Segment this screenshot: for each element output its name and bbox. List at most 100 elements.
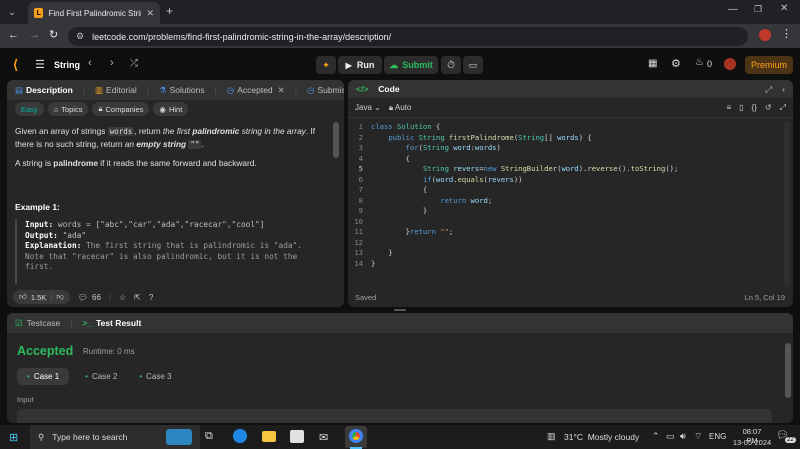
editor-scrollbar[interactable] bbox=[784, 122, 790, 287]
weather-icon[interactable]: ▥ bbox=[547, 431, 556, 442]
tab-testcase[interactable]: ☑ Testcase bbox=[15, 318, 60, 329]
debug-icon[interactable]: ✦ bbox=[316, 56, 336, 74]
streak-fire-icon[interactable]: ♨ bbox=[695, 57, 704, 68]
palindrome-definition: A string is palindrome if it reads the s… bbox=[15, 158, 257, 168]
favorite-star-icon[interactable]: ☆ bbox=[119, 293, 126, 302]
clock-date[interactable]: 13-05-2024 bbox=[732, 438, 772, 447]
search-placeholder: Type here to search bbox=[52, 432, 128, 442]
collapse-icon[interactable]: ‹ bbox=[782, 84, 785, 94]
restore-icon[interactable]: ❐ bbox=[754, 4, 762, 15]
browser-menu-icon[interactable]: ⋮ bbox=[781, 27, 792, 40]
premium-button[interactable]: Premium bbox=[745, 56, 793, 74]
language-indicator[interactable]: ENG bbox=[709, 432, 726, 441]
case-tab[interactable]: • Case 2 bbox=[77, 368, 125, 385]
user-avatar[interactable] bbox=[724, 58, 736, 70]
chrome-icon[interactable] bbox=[349, 429, 363, 443]
tab-editorial[interactable]: ▥ Editorial bbox=[95, 85, 137, 96]
fullscreen-icon[interactable]: ⤢ bbox=[780, 103, 786, 113]
shuffle-icon[interactable]: ⤮ bbox=[130, 58, 138, 69]
lock-icon: 🔒︎ bbox=[98, 104, 103, 113]
share-icon[interactable]: ⇱ bbox=[134, 293, 141, 302]
browser-tab[interactable]: L Find First Palindromic String in t ✕ bbox=[28, 2, 160, 24]
test-result-panel: ☑ Testcase | >_ Test Result Accepted Run… bbox=[7, 313, 793, 423]
address-bar[interactable]: ⚙ leetcode.com/problems/find-first-palin… bbox=[68, 27, 748, 46]
braces-icon[interactable]: {} bbox=[752, 103, 757, 112]
tab-title: Find First Palindromic String in t bbox=[48, 8, 141, 18]
prev-problem-icon[interactable]: ‹ bbox=[88, 57, 92, 69]
code-line: 1 class Solution { bbox=[358, 122, 441, 131]
next-problem-icon[interactable]: › bbox=[110, 57, 114, 69]
task-view-icon[interactable]: ⧉ bbox=[205, 430, 213, 443]
search-icon: ⚲ bbox=[38, 431, 45, 442]
case-tab[interactable]: • Case 3 bbox=[133, 368, 177, 385]
companies-tag[interactable]: 🔒︎ Companies bbox=[92, 102, 150, 116]
result-scrollbar[interactable] bbox=[785, 343, 791, 398]
like-count: 1.5K bbox=[30, 292, 47, 302]
weather-text[interactable]: 31°C Mostly cloudy bbox=[564, 432, 639, 442]
lightbulb-icon: ◉ bbox=[159, 104, 166, 114]
close-window-icon[interactable]: ✕ bbox=[780, 3, 788, 14]
input-box bbox=[17, 409, 772, 423]
problem-list-icon[interactable]: ☰ bbox=[35, 58, 45, 71]
close-tab-icon[interactable]: ✕ bbox=[146, 8, 154, 19]
mail-icon[interactable]: ✉ bbox=[319, 431, 328, 444]
minimize-icon[interactable]: — bbox=[728, 4, 738, 15]
tab-solutions[interactable]: ⚗ Solutions bbox=[159, 85, 205, 96]
back-icon[interactable]: ← bbox=[8, 29, 19, 41]
forward-icon[interactable]: → bbox=[29, 29, 40, 41]
run-button[interactable]: ▶ Run bbox=[338, 56, 382, 74]
tab-test-result[interactable]: >_ Test Result bbox=[82, 318, 141, 328]
volume-icon[interactable]: 🔊︎ bbox=[680, 431, 686, 442]
close-tab-accepted-icon[interactable]: ✕ bbox=[278, 85, 285, 96]
history-icon: ◷ bbox=[226, 84, 235, 95]
resize-handle[interactable] bbox=[394, 309, 406, 311]
hint-label: Hint bbox=[168, 104, 183, 114]
taskbar-search[interactable]: ⚲ Type here to search bbox=[30, 425, 200, 449]
bookmark-icon[interactable]: ▯ bbox=[739, 103, 743, 112]
hint-tag[interactable]: ◉ Hint bbox=[153, 102, 189, 116]
windows-start-icon[interactable]: ⊞ bbox=[9, 431, 18, 444]
submit-button[interactable]: ☁ Submit bbox=[384, 56, 438, 74]
comment-count: 66 bbox=[92, 292, 101, 302]
new-tab-icon[interactable]: + bbox=[166, 4, 173, 18]
layout-icon[interactable]: ▦ bbox=[648, 58, 657, 69]
help-icon[interactable]: ? bbox=[149, 293, 153, 302]
description-scrollbar[interactable] bbox=[333, 122, 339, 158]
comments-button[interactable]: 💬︎ 66 bbox=[78, 293, 101, 302]
topics-tag[interactable]: ⌂ Topics bbox=[47, 102, 89, 116]
tab-search-icon[interactable]: ⌄ bbox=[6, 6, 18, 18]
tab-description[interactable]: ▤ Description bbox=[15, 85, 73, 96]
timer-icon[interactable]: ⏱ bbox=[441, 56, 461, 74]
tray-chevron-icon[interactable]: ⌃ bbox=[652, 431, 660, 442]
problem-list-title[interactable]: String bbox=[54, 60, 80, 70]
profile-avatar[interactable] bbox=[759, 29, 771, 41]
site-info-icon[interactable]: ⚙ bbox=[76, 31, 84, 42]
language-select[interactable]: Java ⌄ bbox=[355, 103, 381, 112]
code-editor[interactable]: 1 class Solution { 2 public String firstP… bbox=[348, 122, 793, 272]
edge-icon[interactable] bbox=[233, 429, 247, 443]
network-icon[interactable]: ⌔ bbox=[694, 431, 702, 442]
leetcode-logo[interactable]: ⟨ bbox=[13, 57, 18, 73]
taskbar: ⊞ ⚲ Type here to search ⧉ ✉ ▥ 31°C Mostl… bbox=[0, 425, 800, 449]
auto-mode[interactable]: 🔒︎ Auto bbox=[389, 103, 412, 113]
settings-icon[interactable]: ⚙ bbox=[671, 57, 681, 70]
reset-icon[interactable]: ↺ bbox=[765, 103, 772, 112]
format-icon[interactable]: ≡ bbox=[726, 103, 731, 112]
store-icon[interactable] bbox=[290, 430, 304, 443]
code-line: 6 if(word.equals(revers)) bbox=[358, 174, 523, 184]
expand-icon[interactable]: ⤢ bbox=[765, 84, 772, 95]
tab-accepted[interactable]: ◷ Accepted ✕ bbox=[227, 85, 285, 96]
description-tabbar: ▤ Description | ▥ Editorial | ⚗ Solution… bbox=[7, 80, 344, 100]
input-label: Input bbox=[17, 395, 34, 404]
like-button[interactable]: 👍︎ 1.5K | 👎︎ bbox=[13, 290, 70, 304]
notes-icon[interactable]: ▭ bbox=[463, 56, 483, 74]
file-explorer-icon[interactable] bbox=[262, 431, 276, 442]
battery-icon[interactable]: ▭ bbox=[666, 431, 675, 442]
flask-icon: ⚗ bbox=[158, 84, 167, 95]
case-tabs: • Case 1 • Case 2 • Case 3 bbox=[17, 368, 178, 385]
tab-submissions[interactable]: ◷ Submissions bbox=[307, 85, 344, 96]
code-line: 11 }return ""; bbox=[354, 227, 454, 236]
code-tab-title[interactable]: Code bbox=[378, 84, 399, 94]
case-tab[interactable]: • Case 1 bbox=[17, 368, 70, 385]
reload-icon[interactable]: ↻ bbox=[49, 28, 58, 41]
